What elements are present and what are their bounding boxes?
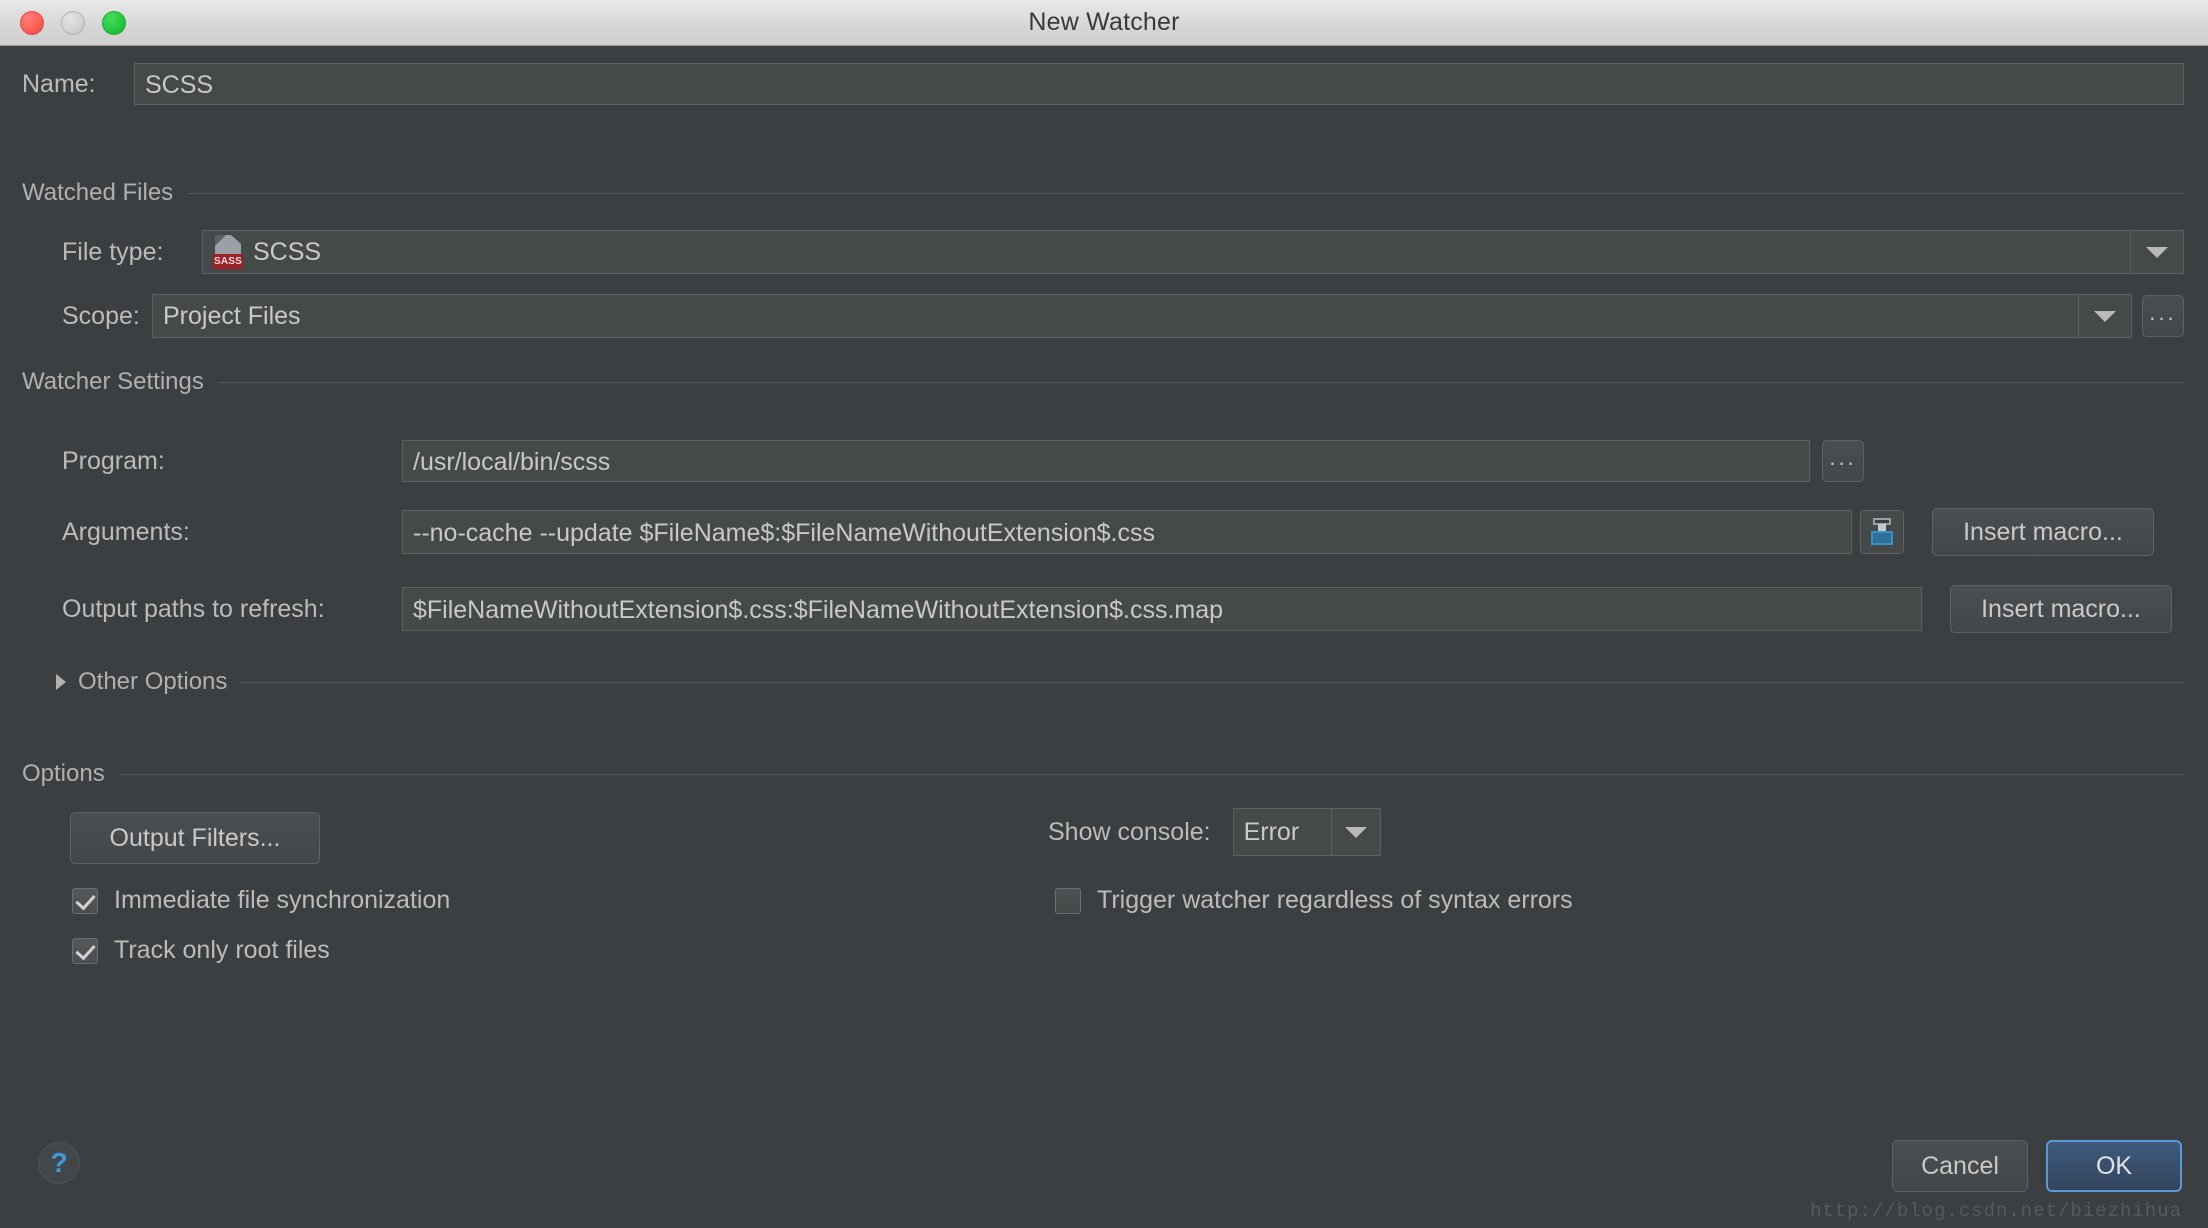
file-type-value-wrap: SASS SCSS (203, 231, 2130, 273)
dialog-body: Name: SCSS Watched Files File type: SASS… (0, 46, 2208, 1228)
file-type-dropdown-arrow[interactable] (2130, 231, 2183, 273)
chevron-right-icon (56, 674, 66, 690)
insert-macro-icon-button[interactable] (1860, 510, 1904, 554)
show-console-value: Error (1243, 817, 1300, 846)
options-title: Options (22, 760, 105, 787)
show-console-combo[interactable]: Error (1232, 808, 1381, 856)
sass-icon-badge: SASS (213, 254, 243, 269)
scope-dropdown-arrow[interactable] (2078, 295, 2131, 337)
watcher-settings-title: Watcher Settings (22, 368, 204, 395)
file-type-label: File type: (62, 237, 164, 266)
output-paths-row: Output paths to refresh: $FileNameWithou… (22, 585, 2184, 633)
track-only-root-files-label: Track only root files (114, 936, 330, 964)
file-type-row: File type: SASS SCSS (22, 230, 2184, 274)
track-only-root-files-checkbox[interactable] (72, 937, 98, 964)
output-paths-label: Output paths to refresh: (62, 594, 325, 623)
output-paths-input[interactable]: $FileNameWithoutExtension$.css:$FileName… (402, 587, 1922, 631)
group-separator-line (118, 773, 2184, 775)
show-console-label: Show console: (1048, 817, 1211, 846)
group-separator-line (187, 192, 2184, 194)
trigger-watcher-label: Trigger watcher regardless of syntax err… (1097, 886, 1573, 914)
other-options-toggle[interactable]: Other Options (56, 668, 2184, 696)
scope-combo[interactable]: Project Files (152, 294, 2132, 338)
output-filters-button[interactable]: Output Filters... (70, 812, 320, 864)
ok-button[interactable]: OK (2046, 1140, 2182, 1192)
options-group-header: Options (22, 760, 2184, 788)
arguments-row: Arguments: --no-cache --update $FileName… (22, 508, 2184, 556)
dialog-footer-buttons: Cancel OK (1892, 1140, 2182, 1192)
program-browse-button[interactable]: ... (1822, 440, 1864, 482)
chevron-down-icon (2146, 246, 2168, 258)
group-separator-line (217, 381, 2184, 383)
program-row: Program: /usr/local/bin/scss ... (22, 440, 2184, 482)
scope-label: Scope: (62, 301, 140, 330)
program-input[interactable]: /usr/local/bin/scss (402, 440, 1810, 482)
other-options-label: Other Options (78, 668, 228, 695)
scope-row: Scope: Project Files ... (22, 294, 2184, 338)
arguments-label: Arguments: (62, 517, 190, 546)
file-type-value: SCSS (253, 237, 322, 266)
chevron-down-icon (2094, 310, 2116, 322)
cancel-button[interactable]: Cancel (1892, 1140, 2028, 1192)
help-button[interactable]: ? (38, 1142, 80, 1184)
new-watcher-dialog: New Watcher Name: SCSS Watched Files Fil… (0, 0, 2208, 1228)
title-bar: New Watcher (0, 0, 2208, 46)
trigger-watcher-checkbox[interactable] (1055, 887, 1081, 914)
watcher-settings-group-header: Watcher Settings (22, 368, 2184, 396)
name-row: Name: SCSS (0, 63, 2184, 105)
sass-file-icon: SASS (213, 235, 243, 269)
show-console-row: Show console: Error (1048, 808, 1381, 856)
scope-value-wrap: Project Files (153, 295, 2078, 337)
arguments-input[interactable]: --no-cache --update $FileName$:$FileName… (402, 510, 1852, 554)
name-label: Name: (22, 69, 96, 98)
trigger-watcher-checkbox-row[interactable]: Trigger watcher regardless of syntax err… (1055, 886, 1573, 915)
program-label: Program: (62, 446, 165, 475)
output-paths-insert-macro-button[interactable]: Insert macro... (1950, 585, 2172, 633)
immediate-file-sync-label: Immediate file synchronization (114, 886, 451, 914)
arguments-insert-macro-button[interactable]: Insert macro... (1932, 508, 2154, 556)
chevron-down-icon (1344, 826, 1367, 838)
watermark-text: http://blog.csdn.net/biezhihua (1809, 1200, 2182, 1222)
watched-files-group-header: Watched Files (22, 179, 2184, 207)
watched-files-title: Watched Files (22, 179, 174, 206)
immediate-file-sync-checkbox-row[interactable]: Immediate file synchronization (72, 886, 450, 915)
show-console-dropdown-arrow[interactable] (1330, 809, 1380, 855)
group-separator-line (239, 681, 2184, 683)
track-only-root-files-checkbox-row[interactable]: Track only root files (72, 936, 330, 965)
window-title: New Watcher (1028, 8, 1180, 36)
immediate-file-sync-checkbox[interactable] (72, 887, 98, 914)
file-type-combo[interactable]: SASS SCSS (202, 230, 2184, 274)
insert-macro-icon (1868, 518, 1896, 546)
name-input[interactable]: SCSS (134, 63, 2184, 105)
scope-value: Project Files (163, 301, 301, 330)
scope-browse-button[interactable]: ... (2142, 295, 2184, 337)
